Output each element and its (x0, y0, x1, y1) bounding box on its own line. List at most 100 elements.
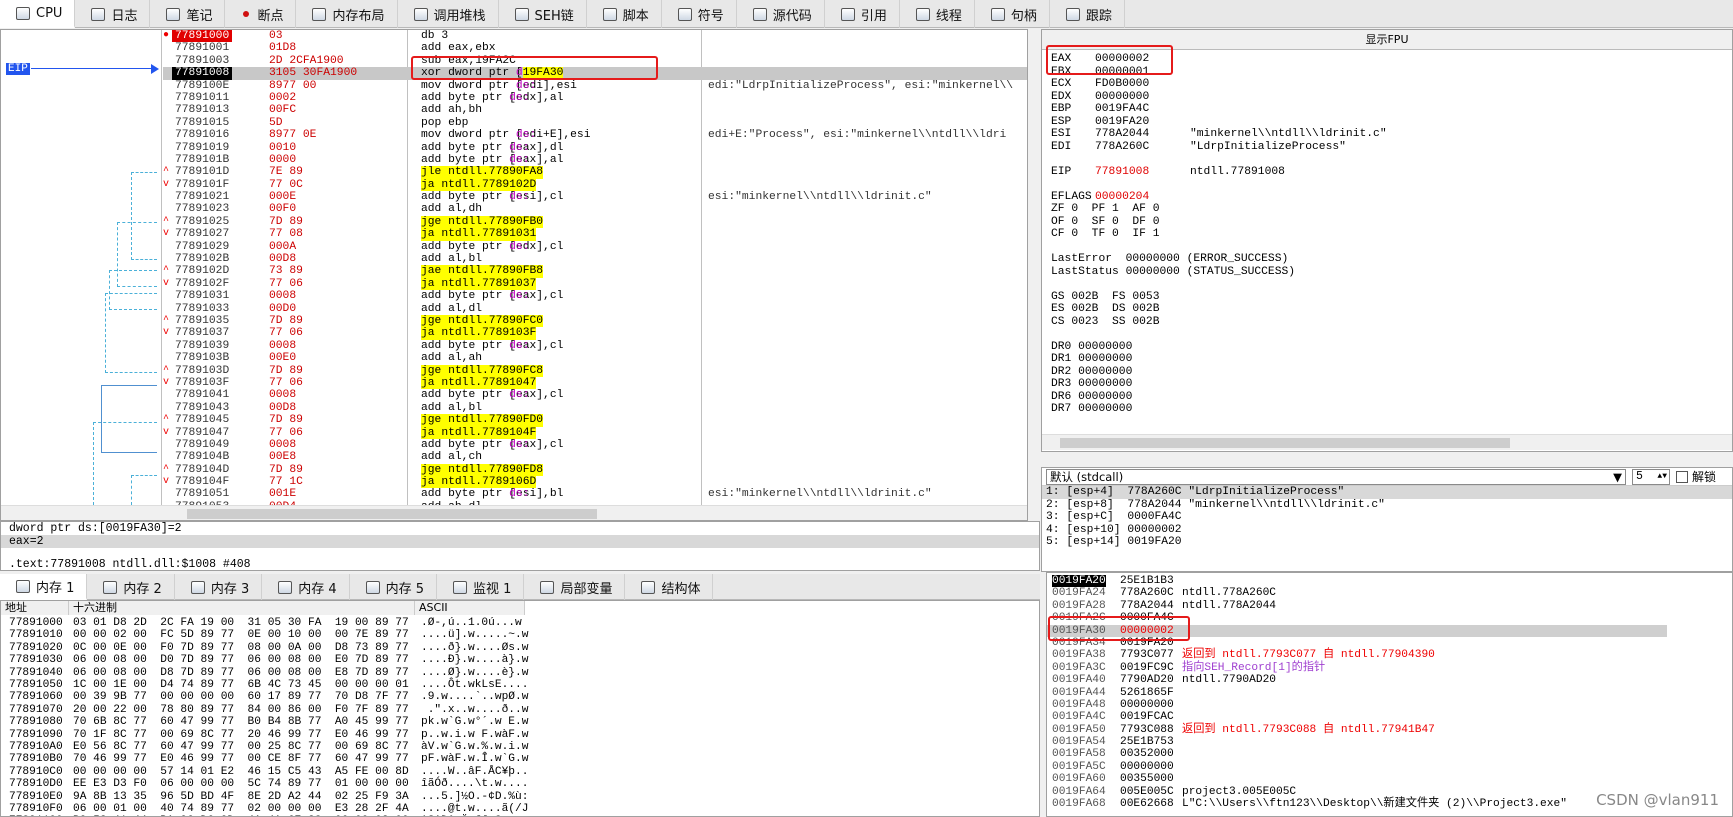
dump-hex[interactable]: 0C 00 0E 00 F0 7D 89 77 08 00 0A 00 D8 7… (73, 642, 409, 654)
stack-value[interactable]: 7793C088 (1120, 724, 1174, 736)
stack-value[interactable]: 00000000 (1120, 761, 1174, 773)
dump-ascii[interactable]: ....ü].w.....~.w (421, 629, 528, 641)
memory-tab-4[interactable]: 内存 5 (350, 574, 438, 600)
dump-row[interactable]: 77891010 00 00 02 00 FC 5D 89 77 0E 00 10… (1, 629, 1031, 641)
disasm-row[interactable]: v 77891047 77 06 ja ntdll.7789104F (163, 426, 1027, 439)
disasm-row[interactable]: ^ 7789102D 73 89 jae ntdll.77890FB8 (163, 265, 1027, 278)
disasm-row[interactable]: ^ 77891035 7D 89 jge ntdll.77890FC0 (163, 314, 1027, 328)
dump-row[interactable]: 77891050 1C 00 1E 00 D4 74 89 77 6B 4C 73… (1, 679, 1031, 691)
disasm-row[interactable]: 77891013 00FC add ah,bh (163, 104, 1027, 116)
breakpoint-marker[interactable]: ^ (163, 365, 173, 377)
dump-ascii[interactable]: pF.wàF.w.Î.w`G.w (421, 753, 528, 765)
register-value[interactable]: 0019FA4C (1095, 103, 1190, 116)
disasm-row[interactable]: 77891023 00F0 add al,dh (163, 203, 1027, 215)
register-value[interactable]: 0019FA20 (1095, 116, 1190, 129)
stack-row[interactable]: 0019FA4C 0019FCAC (1047, 711, 1667, 723)
stack-value[interactable]: 25E1B753 (1120, 736, 1174, 748)
arg-count-spinner[interactable]: 5 ▲▼ (1632, 468, 1670, 485)
stack-value[interactable]: 778A2044 (1120, 600, 1174, 612)
tab-9[interactable]: 源代码 (737, 0, 825, 28)
stack-row[interactable]: 0019FA60 00355000 (1047, 773, 1667, 785)
memory-tab-1[interactable]: 内存 2 (87, 574, 175, 600)
register-eip[interactable]: EIP 77891008 ntdll.77891008 (1042, 166, 1732, 179)
disasm-row[interactable]: 77891019 0010 add byte ptr ds: [eax],dl (163, 142, 1027, 154)
register-value[interactable]: 00000204 (1095, 191, 1190, 204)
tab-5[interactable]: 调用堆栈 (398, 0, 499, 28)
dump-row[interactable]: 77891040 06 00 08 00 D8 7D 89 77 06 00 08… (1, 667, 1031, 679)
disasm-row[interactable]: v 77891027 77 08 ja ntdll.77891031 (163, 228, 1027, 241)
memory-tab-7[interactable]: 结构体 (625, 574, 714, 600)
scroll-thumb[interactable] (187, 509, 597, 519)
memory-tab-2[interactable]: 内存 3 (175, 574, 263, 600)
arg-line[interactable]: 1: [esp+4] 778A260C "LdrpInitializeProce… (1042, 486, 1732, 499)
dump-hex[interactable]: 70 6B 8C 77 60 47 99 77 B0 B4 8B 77 A0 4… (73, 716, 409, 728)
dump-ascii[interactable]: .9.w....`..wpØ.w (421, 691, 528, 703)
register-value[interactable]: FD0B0000 (1095, 78, 1190, 91)
stack-row[interactable]: 0019FA68 00E62668 L"C:\\Users\\ftn123\\Des… (1047, 798, 1667, 810)
breakpoint-marker[interactable]: v (163, 327, 173, 339)
disasm-row[interactable]: v 7789102F 77 06 ja ntdll.77891037 (163, 277, 1027, 291)
disasm-row[interactable]: 77891049 0008 add byte ptr ds: [eax],cl (163, 439, 1027, 451)
dump-ascii[interactable]: ....W..âF.ÅC¥þ.. (421, 766, 528, 778)
disasm-row[interactable]: 77891016 8977 0E mov dword ptr ds: [edi+E],… (163, 129, 1027, 141)
disasm-row[interactable]: 7789104B 00E8 add al,ch (163, 451, 1027, 463)
register-esp[interactable]: ESP 0019FA20 (1042, 116, 1732, 129)
dump-ascii[interactable]: àV.w`G.w.%.w.i.w (421, 741, 528, 753)
arg-line[interactable]: 4: [esp+10] 00000002 (1042, 524, 1732, 537)
dump-row[interactable]: 77891090 70 1F 8C 77 00 69 8C 77 20 46 99… (1, 729, 1031, 741)
dump-ascii[interactable]: ...5.]½O.-¢D.%ù: (421, 791, 528, 803)
dump-ascii[interactable]: ....Ø}.w....è}.w (421, 667, 528, 679)
stack-row[interactable]: 0019FA58 00352000 (1047, 748, 1667, 760)
stack-value[interactable]: 00352000 (1120, 748, 1174, 760)
tab-13[interactable]: 跟踪 (1050, 0, 1125, 28)
register-value[interactable]: 77891008 (1095, 166, 1190, 179)
unlock-checkbox[interactable] (1676, 470, 1688, 483)
tab-4[interactable]: 内存布局 (296, 0, 398, 28)
register-value[interactable]: 778A2044 (1095, 128, 1190, 141)
disasm-row[interactable]: ● 77891000 03 db 3 (163, 30, 1027, 43)
stack-value[interactable]: 25E1B1B3 (1120, 575, 1174, 587)
disasm-row[interactable]: ^ 7789101D 7E 89 jle ntdll.77890FA8 (163, 166, 1027, 179)
dump-hex[interactable]: 20 00 22 00 78 80 89 77 84 00 86 00 F0 7… (73, 704, 409, 716)
breakpoint-marker[interactable]: ^ (163, 464, 173, 476)
dump-row[interactable]: 778910B0 70 46 99 77 E0 46 99 77 00 CE 8F… (1, 753, 1031, 765)
stack-value[interactable]: 5261865F (1120, 687, 1174, 699)
stack-value[interactable]: 0019FCAC (1120, 711, 1174, 723)
arg-line[interactable]: 3: [esp+C] 0000FA4C (1042, 511, 1732, 524)
regs-hscrollbar[interactable] (1042, 434, 1732, 450)
tab-7[interactable]: 脚本 (587, 0, 662, 28)
disasm-row[interactable]: ^ 77891045 7D 89 jge ntdll.77890FD0 (163, 414, 1027, 427)
register-edi[interactable]: EDI 778A260C "LdrpInitializeProcess" (1042, 141, 1732, 154)
memory-tab-5[interactable]: 监视 1 (437, 574, 525, 600)
memory-tab-0[interactable]: 内存 1 (0, 574, 88, 600)
dump-hex[interactable]: 00 00 00 00 57 14 01 E2 46 15 C5 43 A5 F… (73, 766, 409, 778)
breakpoint-marker[interactable]: v (163, 179, 173, 191)
stack-value[interactable]: 00E62668 (1120, 798, 1174, 810)
dump-row[interactable]: 778910C0 00 00 00 00 57 14 01 E2 46 15 C5… (1, 766, 1031, 778)
stack-row[interactable]: 0019FA28 778A2044 ntdll.778A2044 (1047, 600, 1667, 612)
disasm-row[interactable]: 7789100E 8977 00 mov dword ptr ds: [edi],es… (163, 80, 1027, 92)
breakpoint-marker[interactable]: v (163, 476, 173, 488)
disasm-row[interactable]: v 7789104F 77 1C ja ntdll.7789106D (163, 476, 1027, 489)
dump-hex[interactable]: 70 46 99 77 E0 46 99 77 00 CE 8F 77 60 4… (73, 753, 409, 765)
arg-line[interactable]: 2: [esp+8] 778A2044 "minkernel\\ntdll\\l… (1042, 499, 1732, 512)
stack-value[interactable]: 00000000 (1120, 699, 1174, 711)
dump-ascii[interactable]: îãÓð....\t.w.... (421, 778, 528, 790)
register-esi[interactable]: ESI 778A2044 "minkernel\\ntdll\\ldrinit.c" (1042, 128, 1732, 141)
dump-row[interactable]: 778910E0 9A 8B 13 35 96 5D BD 4F 8E 2D A2… (1, 791, 1031, 803)
dump-hex[interactable]: 03 01 D8 2D 2C FA 19 00 31 05 30 FA 19 0… (73, 617, 409, 629)
calling-convention-select[interactable]: 默认 (stdcall) ▼ (1046, 468, 1626, 485)
disasm-row[interactable]: 77891043 00D8 add al,bl (163, 402, 1027, 414)
disasm-row[interactable]: ^ 77891025 7D 89 jge ntdll.77890FB0 (163, 215, 1027, 229)
stack-row[interactable]: 0019FA50 7793C088 返回到 ntdll.7793C088 自 ntd… (1047, 724, 1667, 736)
dump-hex[interactable]: 00 39 9B 77 00 00 00 00 60 17 89 77 70 D… (73, 691, 409, 703)
tab-8[interactable]: 符号 (662, 0, 737, 28)
dump-hex[interactable]: 06 00 01 00 40 74 89 77 02 00 00 00 E3 2… (73, 803, 409, 815)
disasm-row[interactable]: 77891021 000E add byte ptr ds: [esi],cl esi:… (163, 191, 1027, 203)
disasm-row[interactable]: 77891033 00D0 add al,dl (163, 303, 1027, 315)
register-eflags[interactable]: EFLAGS 00000204 (1042, 191, 1732, 204)
tab-3[interactable]: 断点 (225, 0, 297, 28)
stack-value[interactable]: 7793C077 (1120, 649, 1174, 661)
register-value[interactable]: 778A260C (1095, 141, 1190, 154)
breakpoint-marker[interactable]: v (163, 427, 173, 439)
